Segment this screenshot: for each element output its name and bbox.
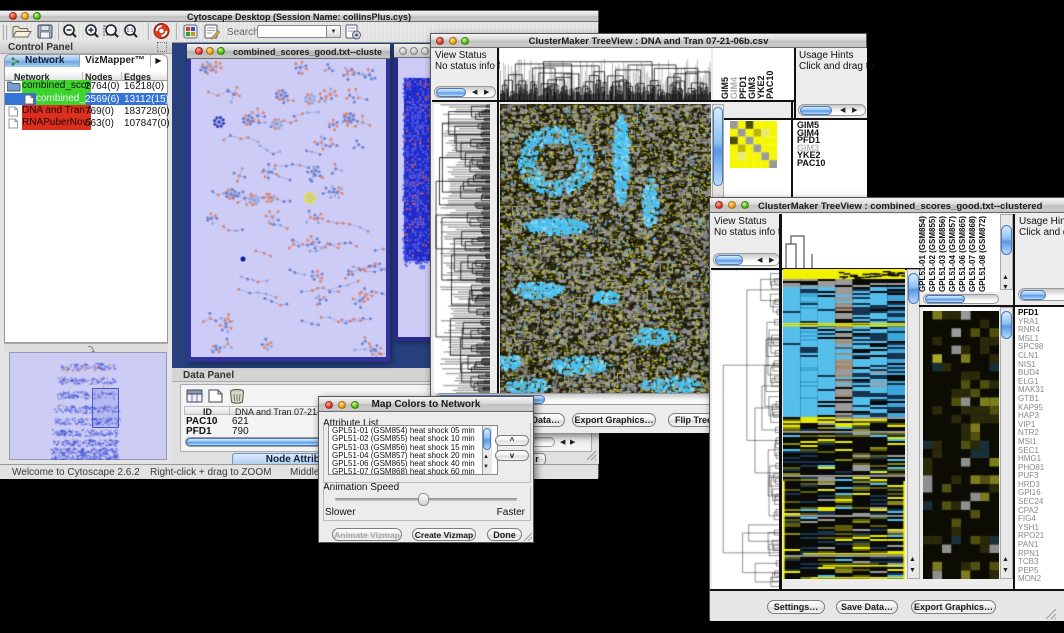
svg-text:1:1: 1:1: [127, 28, 134, 34]
